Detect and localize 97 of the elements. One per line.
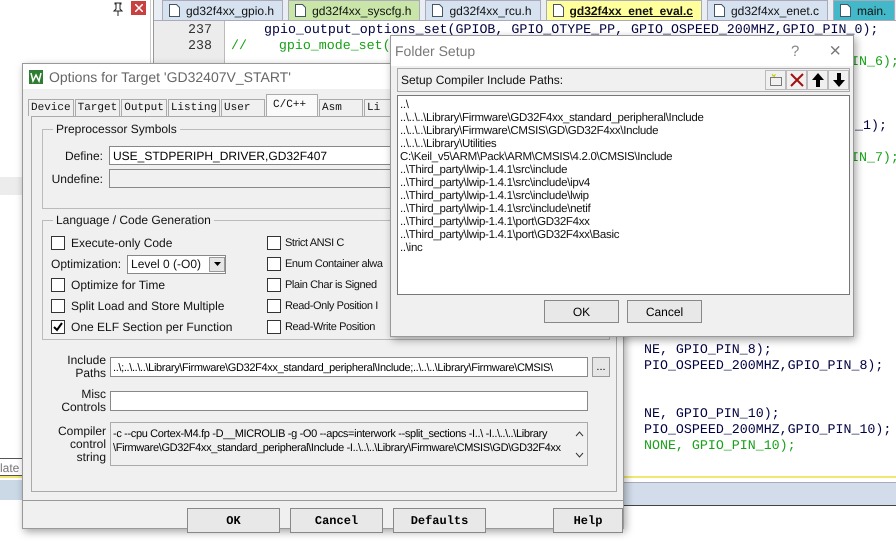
path-item[interactable]: ..\Third_party\lwip-1.4.1\port\GD32F4xx <box>400 216 847 229</box>
dialog-button[interactable]: Cancel <box>290 508 383 533</box>
optimization-dropdown[interactable]: Level 0 (-O0) <box>127 254 226 274</box>
checkbox-label: Optimize for Time <box>71 278 166 292</box>
code-line: PIO_OSPEED_200MHZ,GPIO_PIN_8); <box>644 358 884 374</box>
path-item[interactable]: ..\Third_party\lwip-1.4.1\src\include\lwip <box>400 190 847 203</box>
file-tab[interactable]: gd32f4xx_enet_eval.c <box>546 0 702 20</box>
dialog-button[interactable]: OK <box>187 508 280 533</box>
help-button[interactable]: ? <box>790 42 800 60</box>
tab[interactable]: Output <box>121 99 167 116</box>
dialog-button[interactable]: OK <box>544 300 619 323</box>
delete-button[interactable] <box>786 70 807 90</box>
file-icon <box>840 4 852 17</box>
tab[interactable]: User <box>221 99 266 116</box>
file-icon <box>432 4 444 17</box>
file-tab[interactable]: gd32f4xx_enet.c <box>706 0 828 20</box>
file-tab[interactable]: gd32f4xx_rcu.h <box>425 0 541 20</box>
code-line: NONE, GPIO_PIN_10); <box>644 438 796 454</box>
checkbox-label: One ELF Section per Function <box>71 320 232 334</box>
path-item[interactable]: ..\..\..\Library\Firmware\CMSIS\GD\GD32F4xx\Include <box>400 125 847 138</box>
close-button[interactable]: × <box>829 40 841 62</box>
code-line: // gpio_mode_set( <box>231 38 391 54</box>
file-icon <box>169 4 180 17</box>
scroll-down-icon[interactable] <box>574 452 584 458</box>
path-item[interactable]: ..\inc <box>400 242 847 255</box>
move-up-button[interactable] <box>807 70 828 90</box>
file-tab[interactable]: gd32f4xx_gpio.h <box>162 0 284 20</box>
code-line: IN_6); <box>851 54 896 70</box>
code-line: _1); <box>855 118 887 134</box>
window-title: Options for Target 'GD32407V_START' <box>49 68 291 84</box>
file-icon <box>552 4 564 17</box>
up-arrow-icon <box>812 73 824 87</box>
checkbox-label: Enum Container alwa <box>285 258 383 270</box>
checkbox[interactable] <box>51 278 65 292</box>
path-item[interactable]: ..\Third_party\lwip-1.4.1\src\include\ipv4 <box>400 177 847 190</box>
compiler-string-label: Compiler control string <box>56 424 106 464</box>
dialog-button[interactable]: Cancel <box>627 300 702 323</box>
file-icon <box>295 4 306 17</box>
move-down-button[interactable] <box>828 70 849 90</box>
delete-icon <box>790 73 804 87</box>
checkbox[interactable] <box>267 257 281 272</box>
checkbox[interactable] <box>51 298 65 313</box>
include-paths-label: Include Paths <box>66 354 106 380</box>
down-arrow-icon <box>832 73 844 87</box>
dotted-folder-icon <box>768 73 782 87</box>
tab[interactable]: Target <box>74 99 120 116</box>
close-button[interactable] <box>131 1 146 15</box>
checkbox-label: Execute-only Code <box>71 236 172 250</box>
checkbox[interactable] <box>51 320 65 334</box>
file-tab[interactable]: gd32f4xx_syscfg.h <box>288 0 420 20</box>
list-header: Setup Compiler Include Paths: <box>401 73 564 87</box>
app-icon <box>29 70 43 84</box>
file-icon <box>714 4 725 17</box>
checkbox[interactable] <box>267 278 281 292</box>
checkbox-label: Strict ANSI C <box>285 237 344 250</box>
dialog-button[interactable]: Help <box>553 508 623 533</box>
include-paths-field[interactable]: ..\;..\..\..\Library\Firmware\GD32F4xx_standard_peripheral\Include;..\..\..\Library\Firmware\CMSIS\ <box>110 357 588 377</box>
group-title: Preprocessor Symbols <box>53 122 180 136</box>
optimization-label: Optimization: <box>51 257 122 272</box>
checkbox[interactable] <box>267 320 281 334</box>
new-folder-button[interactable] <box>765 70 786 90</box>
define-label: Define: <box>64 148 103 162</box>
checkbox-label: Plain Char is Signed <box>285 278 377 291</box>
tab[interactable]: Device <box>28 99 74 116</box>
checkbox[interactable] <box>267 236 281 250</box>
checkbox[interactable] <box>267 298 281 313</box>
tab[interactable]: Listing <box>168 99 220 116</box>
browse-button[interactable]: ... <box>592 357 610 377</box>
code-line: PIO_OSPEED_200MHZ,GPIO_PIN_10); <box>644 422 892 438</box>
path-item[interactable]: ..\Third_party\lwip-1.4.1\src\include <box>400 164 847 177</box>
code-line: gpio_output_options_set(GPIOB, GPIO_OTYPE_PP, GPIO_OSPEED_200MHZ,GPIO_PIN_0); <box>264 22 878 38</box>
close-icon <box>134 4 142 12</box>
checkbox-label: Read-Write Position <box>285 320 376 333</box>
checkbox[interactable] <box>51 236 65 250</box>
dialog-button[interactable]: Defaults <box>393 508 486 533</box>
window-title: Folder Setup <box>395 43 476 59</box>
file-tab[interactable]: main. <box>833 0 896 20</box>
undefine-label: Undefine: <box>51 172 103 186</box>
tab[interactable]: C/C++ <box>266 94 318 116</box>
misc-controls-field[interactable] <box>110 391 588 411</box>
line-number: 238 <box>188 38 212 53</box>
code-line: NE, GPIO_PIN_8); <box>644 342 772 358</box>
path-item[interactable]: ..\Third_party\lwip-1.4.1\port\GD32F4xx\Basic <box>400 229 847 242</box>
dropdown-arrow-icon <box>214 262 221 266</box>
status-bar <box>0 480 22 500</box>
tab[interactable]: Asm <box>319 99 364 116</box>
scroll-up-icon[interactable] <box>574 430 584 436</box>
path-item[interactable]: ..\Third_party\lwip-1.4.1\src\include\netif <box>400 203 847 216</box>
compiler-string-field[interactable]: -c --cpu Cortex-M4.fp -D__MICROLIB -g -O0 --apcs=interwork --split_sections -I..\ -I..\..\..\Library \Firmware\GD32F4xx_standard_peripheral\Include -I..\..\..\Library\Firmware\CMSIS\GD\GD32F4xx <box>110 422 588 466</box>
checkbox-label: Split Load and Store Multiple <box>71 298 224 313</box>
code-line: IN_7); <box>851 150 896 166</box>
line-number: 237 <box>188 22 212 37</box>
checkbox-label: Read-Only Position I <box>285 300 378 312</box>
code-line: NE, GPIO_PIN_10); <box>644 406 780 422</box>
group-title: Language / Code Generation <box>53 213 214 227</box>
misc-controls-label: Misc Controls <box>60 388 106 414</box>
pin-icon[interactable] <box>112 2 124 16</box>
